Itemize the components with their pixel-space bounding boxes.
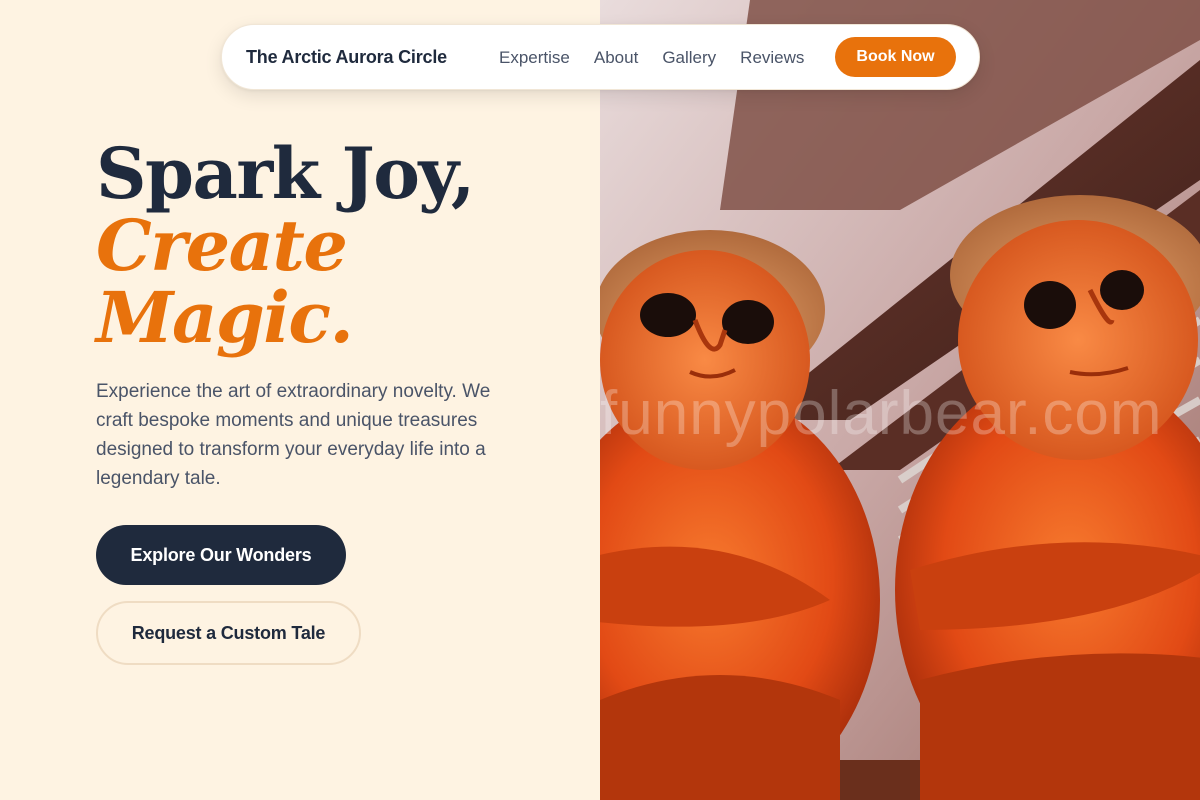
headline-line-1: Spark Joy, [96, 132, 475, 215]
top-nav: The Arctic Aurora Circle Expertise About… [221, 24, 980, 90]
nav-link-about[interactable]: About [594, 48, 638, 68]
nav-link-expertise[interactable]: Expertise [499, 48, 570, 68]
request-custom-tale-button[interactable]: Request a Custom Tale [96, 601, 361, 665]
headline-line-3: Magic. [96, 276, 354, 359]
hero-headline: Spark Joy, Create Magic. [96, 132, 475, 359]
hero-description: Experience the art of extraordinary nove… [96, 381, 491, 489]
nav-link-gallery[interactable]: Gallery [662, 48, 716, 68]
nav-link-reviews[interactable]: Reviews [740, 48, 804, 68]
landing-page: Spark Joy, Create Magic. Experience the … [0, 0, 1200, 800]
brand-logo[interactable]: The Arctic Aurora Circle [246, 47, 447, 68]
headline-line-2: Create [96, 204, 348, 287]
explore-wonders-button[interactable]: Explore Our Wonders [96, 525, 346, 585]
book-now-button[interactable]: Book Now [835, 37, 956, 77]
watermark-text: funnypolarbear.com [600, 379, 1163, 448]
nav-links: Expertise About Gallery Reviews [499, 48, 828, 68]
hero-section: Spark Joy, Create Magic. Experience the … [0, 0, 600, 800]
